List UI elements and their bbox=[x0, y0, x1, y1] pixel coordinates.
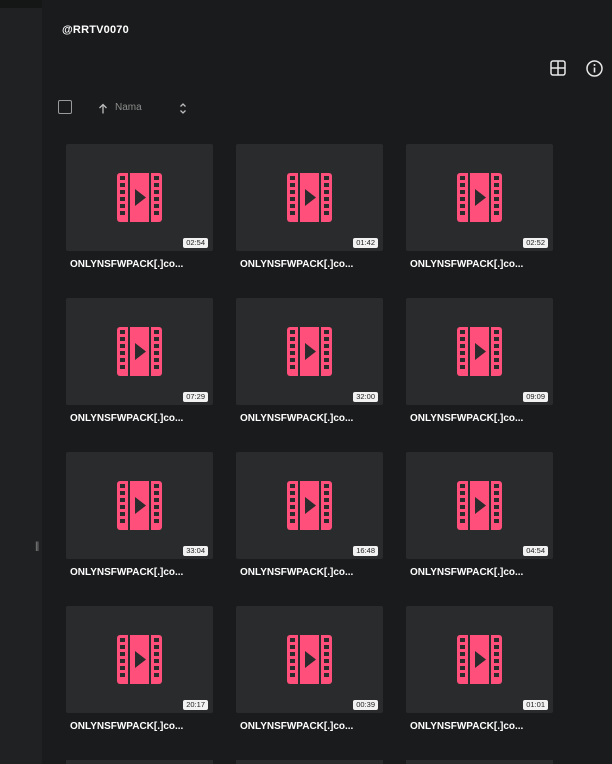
sort-label[interactable]: Nama bbox=[115, 102, 142, 113]
video-file-icon bbox=[457, 481, 502, 530]
file-name: ONLYNSFWPACK[.]co... bbox=[70, 567, 184, 578]
sidebar: || bbox=[0, 0, 42, 764]
chevron-up-down-icon bbox=[180, 102, 186, 114]
video-file-icon bbox=[457, 173, 502, 222]
video-file-icon bbox=[287, 327, 332, 376]
video-thumbnail[interactable]: 04:54 bbox=[406, 452, 553, 559]
main-content: @RRTV0070 Nama 02:54 ONLYNSFWPACK[.]co..… bbox=[42, 0, 612, 764]
video-card[interactable]: 20:17 ONLYNSFWPACK[.]co... bbox=[66, 606, 213, 732]
partial-card bbox=[406, 760, 553, 764]
page-title: @RRTV0070 bbox=[62, 24, 129, 36]
info-button[interactable] bbox=[583, 57, 605, 79]
duration-badge: 02:54 bbox=[183, 238, 208, 248]
sort-field-toggle[interactable] bbox=[177, 100, 189, 116]
file-name: ONLYNSFWPACK[.]co... bbox=[70, 259, 184, 270]
select-all-checkbox[interactable] bbox=[58, 100, 72, 114]
duration-badge: 32:00 bbox=[353, 392, 378, 402]
video-thumbnail[interactable]: 20:17 bbox=[66, 606, 213, 713]
video-card[interactable]: 00:39 ONLYNSFWPACK[.]co... bbox=[236, 606, 383, 732]
video-thumbnail[interactable]: 07:29 bbox=[66, 298, 213, 405]
video-thumbnail[interactable]: 02:52 bbox=[406, 144, 553, 251]
video-thumbnail[interactable]: 01:01 bbox=[406, 606, 553, 713]
duration-badge: 20:17 bbox=[183, 700, 208, 710]
video-file-icon bbox=[117, 173, 162, 222]
video-thumbnail[interactable]: 00:39 bbox=[236, 606, 383, 713]
video-thumbnail[interactable]: 16:48 bbox=[236, 452, 383, 559]
file-name: ONLYNSFWPACK[.]co... bbox=[240, 259, 354, 270]
video-card[interactable]: 02:54 ONLYNSFWPACK[.]co... bbox=[66, 144, 213, 270]
video-file-icon bbox=[117, 481, 162, 530]
next-row-partial bbox=[66, 760, 553, 764]
file-name: ONLYNSFWPACK[.]co... bbox=[240, 721, 354, 732]
duration-badge: 04:54 bbox=[523, 546, 548, 556]
duration-badge: 02:52 bbox=[523, 238, 548, 248]
video-card[interactable]: 01:42 ONLYNSFWPACK[.]co... bbox=[236, 144, 383, 270]
video-card[interactable]: 04:54 ONLYNSFWPACK[.]co... bbox=[406, 452, 553, 578]
video-card[interactable]: 32:00 ONLYNSFWPACK[.]co... bbox=[236, 298, 383, 424]
video-file-icon bbox=[457, 327, 502, 376]
partial-card bbox=[236, 760, 383, 764]
duration-badge: 01:01 bbox=[523, 700, 548, 710]
video-card[interactable]: 02:52 ONLYNSFWPACK[.]co... bbox=[406, 144, 553, 270]
file-name: ONLYNSFWPACK[.]co... bbox=[70, 413, 184, 424]
sort-direction-button[interactable] bbox=[97, 101, 109, 115]
video-file-icon bbox=[287, 173, 332, 222]
arrow-up-icon bbox=[99, 103, 107, 113]
video-card[interactable]: 33:04 ONLYNSFWPACK[.]co... bbox=[66, 452, 213, 578]
video-thumbnail[interactable]: 09:09 bbox=[406, 298, 553, 405]
file-name: ONLYNSFWPACK[.]co... bbox=[70, 721, 184, 732]
sidebar-top-strip bbox=[0, 0, 42, 8]
duration-badge: 16:48 bbox=[353, 546, 378, 556]
video-card[interactable]: 07:29 ONLYNSFWPACK[.]co... bbox=[66, 298, 213, 424]
video-file-icon bbox=[287, 635, 332, 684]
file-name: ONLYNSFWPACK[.]co... bbox=[410, 567, 524, 578]
file-name: ONLYNSFWPACK[.]co... bbox=[410, 259, 524, 270]
grid-view-icon bbox=[550, 60, 566, 76]
info-icon bbox=[585, 59, 603, 77]
video-card[interactable]: 09:09 ONLYNSFWPACK[.]co... bbox=[406, 298, 553, 424]
video-file-icon bbox=[457, 635, 502, 684]
duration-badge: 09:09 bbox=[523, 392, 548, 402]
file-name: ONLYNSFWPACK[.]co... bbox=[410, 721, 524, 732]
video-file-icon bbox=[117, 327, 162, 376]
video-thumbnail[interactable]: 32:00 bbox=[236, 298, 383, 405]
video-file-icon bbox=[117, 635, 162, 684]
file-name: ONLYNSFWPACK[.]co... bbox=[240, 413, 354, 424]
duration-badge: 01:42 bbox=[353, 238, 378, 248]
grid-view-button[interactable] bbox=[547, 57, 569, 79]
file-grid: 02:54 ONLYNSFWPACK[.]co... 01:42 ONLYNSF… bbox=[66, 144, 553, 732]
duration-badge: 33:04 bbox=[183, 546, 208, 556]
duration-badge: 07:29 bbox=[183, 392, 208, 402]
file-name: ONLYNSFWPACK[.]co... bbox=[410, 413, 524, 424]
video-thumbnail[interactable]: 33:04 bbox=[66, 452, 213, 559]
video-file-icon bbox=[287, 481, 332, 530]
video-thumbnail[interactable]: 02:54 bbox=[66, 144, 213, 251]
duration-badge: 00:39 bbox=[353, 700, 378, 710]
file-name: ONLYNSFWPACK[.]co... bbox=[240, 567, 354, 578]
partial-card bbox=[66, 760, 213, 764]
video-card[interactable]: 16:48 ONLYNSFWPACK[.]co... bbox=[236, 452, 383, 578]
video-thumbnail[interactable]: 01:42 bbox=[236, 144, 383, 251]
sidebar-resize-handle[interactable]: || bbox=[35, 541, 40, 553]
video-card[interactable]: 01:01 ONLYNSFWPACK[.]co... bbox=[406, 606, 553, 732]
